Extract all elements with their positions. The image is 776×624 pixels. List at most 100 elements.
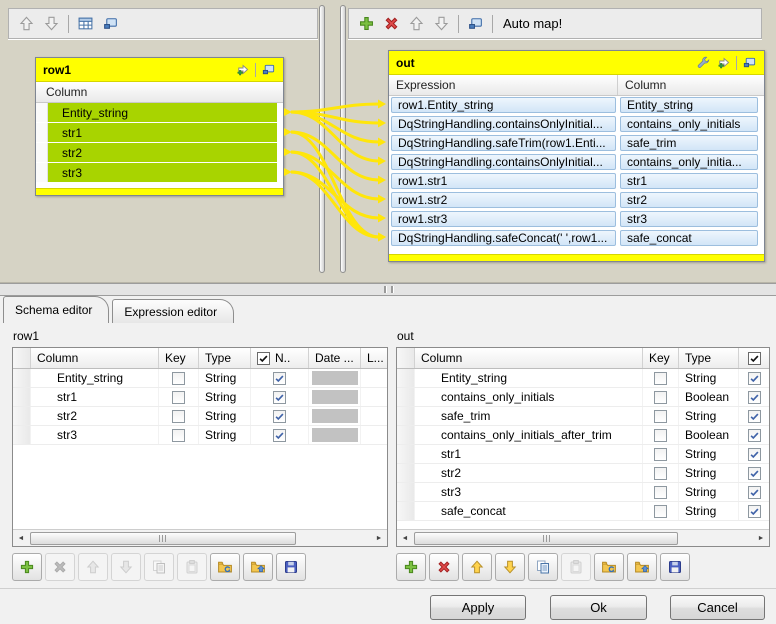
tab-schema-editor[interactable]: Schema editor — [3, 296, 109, 323]
detach-window-icon[interactable] — [742, 55, 757, 70]
nullable-checkbox[interactable] — [748, 505, 761, 518]
schema-row[interactable]: str3String — [397, 483, 769, 502]
move-down-button[interactable] — [111, 553, 141, 581]
copy-button[interactable] — [144, 553, 174, 581]
input-row[interactable]: str1 — [36, 123, 283, 143]
move-down-icon[interactable] — [433, 15, 450, 32]
output-expression[interactable]: row1.str3 — [391, 211, 616, 227]
schema-row[interactable]: Entity_stringString — [397, 369, 769, 388]
output-row[interactable]: DqStringHandling.safeTrim(row1.Enti...sa… — [389, 134, 764, 153]
save-button[interactable] — [276, 553, 306, 581]
schema-row[interactable]: contains_only_initialsBoolean — [397, 388, 769, 407]
export-button[interactable] — [243, 553, 273, 581]
import-button[interactable] — [210, 553, 240, 581]
key-checkbox[interactable] — [654, 448, 667, 461]
mapper-sash-left[interactable] — [319, 5, 325, 273]
copy-button[interactable] — [528, 553, 558, 581]
nullable-all-checkbox[interactable] — [257, 352, 270, 365]
nullable-checkbox[interactable] — [748, 467, 761, 480]
add-output-icon[interactable] — [716, 55, 731, 70]
key-checkbox[interactable] — [654, 391, 667, 404]
output-column-name[interactable]: safe_concat — [620, 230, 758, 246]
move-up-button[interactable] — [78, 553, 108, 581]
schema-type[interactable]: Boolean — [679, 426, 739, 444]
output-expression[interactable]: DqStringHandling.safeTrim(row1.Enti... — [391, 135, 616, 151]
output-expression[interactable]: DqStringHandling.containsOnlyInitial... — [391, 116, 616, 132]
scrollbar-thumb[interactable] — [414, 532, 678, 545]
length-header[interactable]: L... — [361, 348, 387, 368]
remove-icon[interactable] — [383, 15, 400, 32]
move-up-icon[interactable] — [18, 15, 35, 32]
move-down-icon[interactable] — [43, 15, 60, 32]
schema-row[interactable]: str3String — [13, 426, 387, 445]
key-checkbox[interactable] — [654, 467, 667, 480]
schema-row[interactable]: Entity_stringString — [13, 369, 387, 388]
add-button[interactable] — [396, 553, 426, 581]
output-expression[interactable]: DqStringHandling.safeConcat(' ',row1... — [391, 230, 616, 246]
nullable-all-checkbox[interactable] — [748, 352, 761, 365]
key-checkbox[interactable] — [654, 410, 667, 423]
nullable-checkbox[interactable] — [748, 486, 761, 499]
output-row[interactable]: DqStringHandling.safeConcat(' ',row1...s… — [389, 229, 764, 248]
output-column-name[interactable]: contains_only_initia... — [620, 154, 758, 170]
output-column-name[interactable]: Entity_string — [620, 97, 758, 113]
horizontal-scrollbar[interactable]: ◄► — [397, 529, 769, 546]
key-header[interactable]: Key — [643, 348, 679, 368]
column-header[interactable]: Column — [415, 348, 643, 368]
key-checkbox[interactable] — [172, 429, 185, 442]
key-header[interactable]: Key — [159, 348, 199, 368]
type-header[interactable]: Type — [679, 348, 739, 368]
move-down-button[interactable] — [495, 553, 525, 581]
schema-type[interactable]: String — [679, 483, 739, 501]
key-checkbox[interactable] — [172, 372, 185, 385]
type-header[interactable]: Type — [199, 348, 251, 368]
settings-wrench-icon[interactable] — [696, 55, 711, 70]
nullable-checkbox[interactable] — [273, 372, 286, 385]
nullable-checkbox[interactable] — [273, 410, 286, 423]
scroll-left-icon[interactable]: ◄ — [13, 530, 29, 547]
schema-type[interactable]: String — [679, 502, 739, 520]
remove-button[interactable] — [45, 553, 75, 581]
nullable-checkbox[interactable] — [273, 391, 286, 404]
output-row[interactable]: row1.str1str1 — [389, 172, 764, 191]
output-row[interactable]: row1.Entity_stringEntity_string — [389, 96, 764, 115]
output-row[interactable]: row1.str2str2 — [389, 191, 764, 210]
output-row[interactable]: DqStringHandling.containsOnlyInitial...c… — [389, 153, 764, 172]
nullable-checkbox[interactable] — [748, 410, 761, 423]
add-button[interactable] — [12, 553, 42, 581]
scrollbar-thumb[interactable] — [30, 532, 296, 545]
schema-row[interactable]: str2String — [397, 464, 769, 483]
output-row[interactable]: row1.str3str3 — [389, 210, 764, 229]
key-checkbox[interactable] — [654, 505, 667, 518]
output-column-name[interactable]: contains_only_initials — [620, 116, 758, 132]
key-checkbox[interactable] — [172, 410, 185, 423]
remove-button[interactable] — [429, 553, 459, 581]
schema-type[interactable]: Boolean — [679, 388, 739, 406]
add-output-icon[interactable] — [235, 62, 250, 77]
detach-window-icon[interactable] — [102, 15, 119, 32]
mapper-sash-right[interactable] — [340, 5, 346, 273]
tab-expression-editor[interactable]: Expression editor — [112, 299, 234, 323]
output-expression[interactable]: row1.str1 — [391, 173, 616, 189]
schema-type[interactable]: String — [679, 445, 739, 463]
schema-row[interactable]: str2String — [13, 407, 387, 426]
schema-row[interactable]: str1String — [13, 388, 387, 407]
nullable-header[interactable] — [739, 348, 769, 368]
key-checkbox[interactable] — [654, 486, 667, 499]
detach-window-icon[interactable] — [261, 62, 276, 77]
column-header[interactable]: Column — [31, 348, 159, 368]
paste-button[interactable] — [177, 553, 207, 581]
key-checkbox[interactable] — [172, 391, 185, 404]
schema-row[interactable]: safe_trimString — [397, 407, 769, 426]
detach-window-icon[interactable] — [467, 15, 484, 32]
cancel-button[interactable]: Cancel — [670, 595, 765, 620]
schema-row[interactable]: contains_only_initials_after_trimBoolean — [397, 426, 769, 445]
date-pattern-header[interactable]: Date ... — [309, 348, 361, 368]
output-column-name[interactable]: safe_trim — [620, 135, 758, 151]
scroll-right-icon[interactable]: ► — [371, 530, 387, 547]
scroll-left-icon[interactable]: ◄ — [397, 530, 413, 547]
output-column-name[interactable]: str1 — [620, 173, 758, 189]
output-column-name[interactable]: str3 — [620, 211, 758, 227]
nullable-checkbox[interactable] — [748, 429, 761, 442]
save-button[interactable] — [660, 553, 690, 581]
